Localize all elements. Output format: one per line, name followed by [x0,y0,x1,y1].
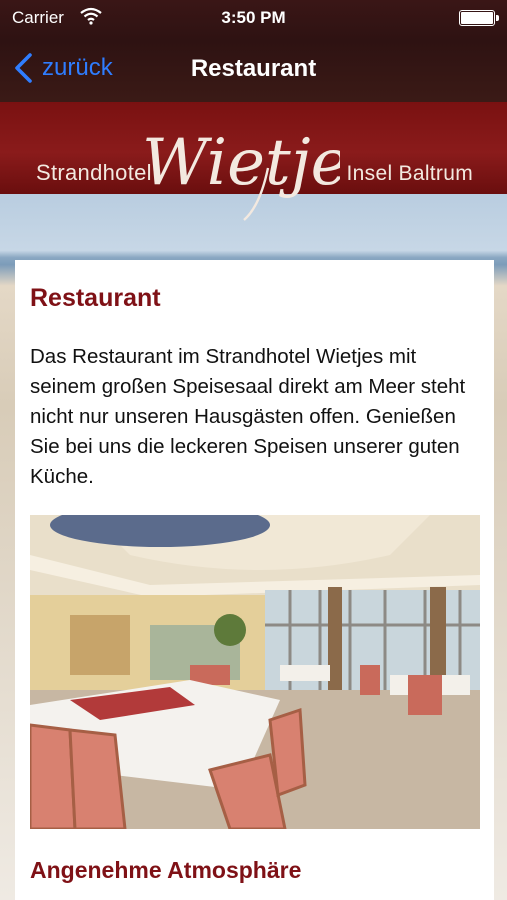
section-heading: Restaurant [30,284,161,312]
restaurant-dining-room-photo [30,515,480,829]
navigation-bar: zurück Restaurant [0,36,507,102]
status-bar: Carrier 3:50 PM [0,0,507,36]
subsection-heading: Angenehme Atmosphäre [30,857,302,883]
banner-left-text: Strandhotel [36,160,152,185]
hotel-banner: Strandhotel Wietjes Insel Baltrum [0,102,507,221]
banner-script-text: Wietjes [142,126,340,200]
hotel-logo-script: Wietjes [142,126,340,221]
top-bar: Carrier 3:50 PM zurück Restaurant [0,0,507,102]
page-title: Restaurant [190,55,317,82]
clock: 3:50 PM [221,8,286,27]
description-text: Das Restaurant im Strandhotel Wietjes mi… [30,345,466,488]
banner-right-text: Insel Baltrum [346,162,473,185]
battery-icon [459,10,499,26]
restaurant-photo-drawing [30,515,480,829]
content-card: Restaurant Das Restaurant im Strandhotel… [15,260,494,900]
